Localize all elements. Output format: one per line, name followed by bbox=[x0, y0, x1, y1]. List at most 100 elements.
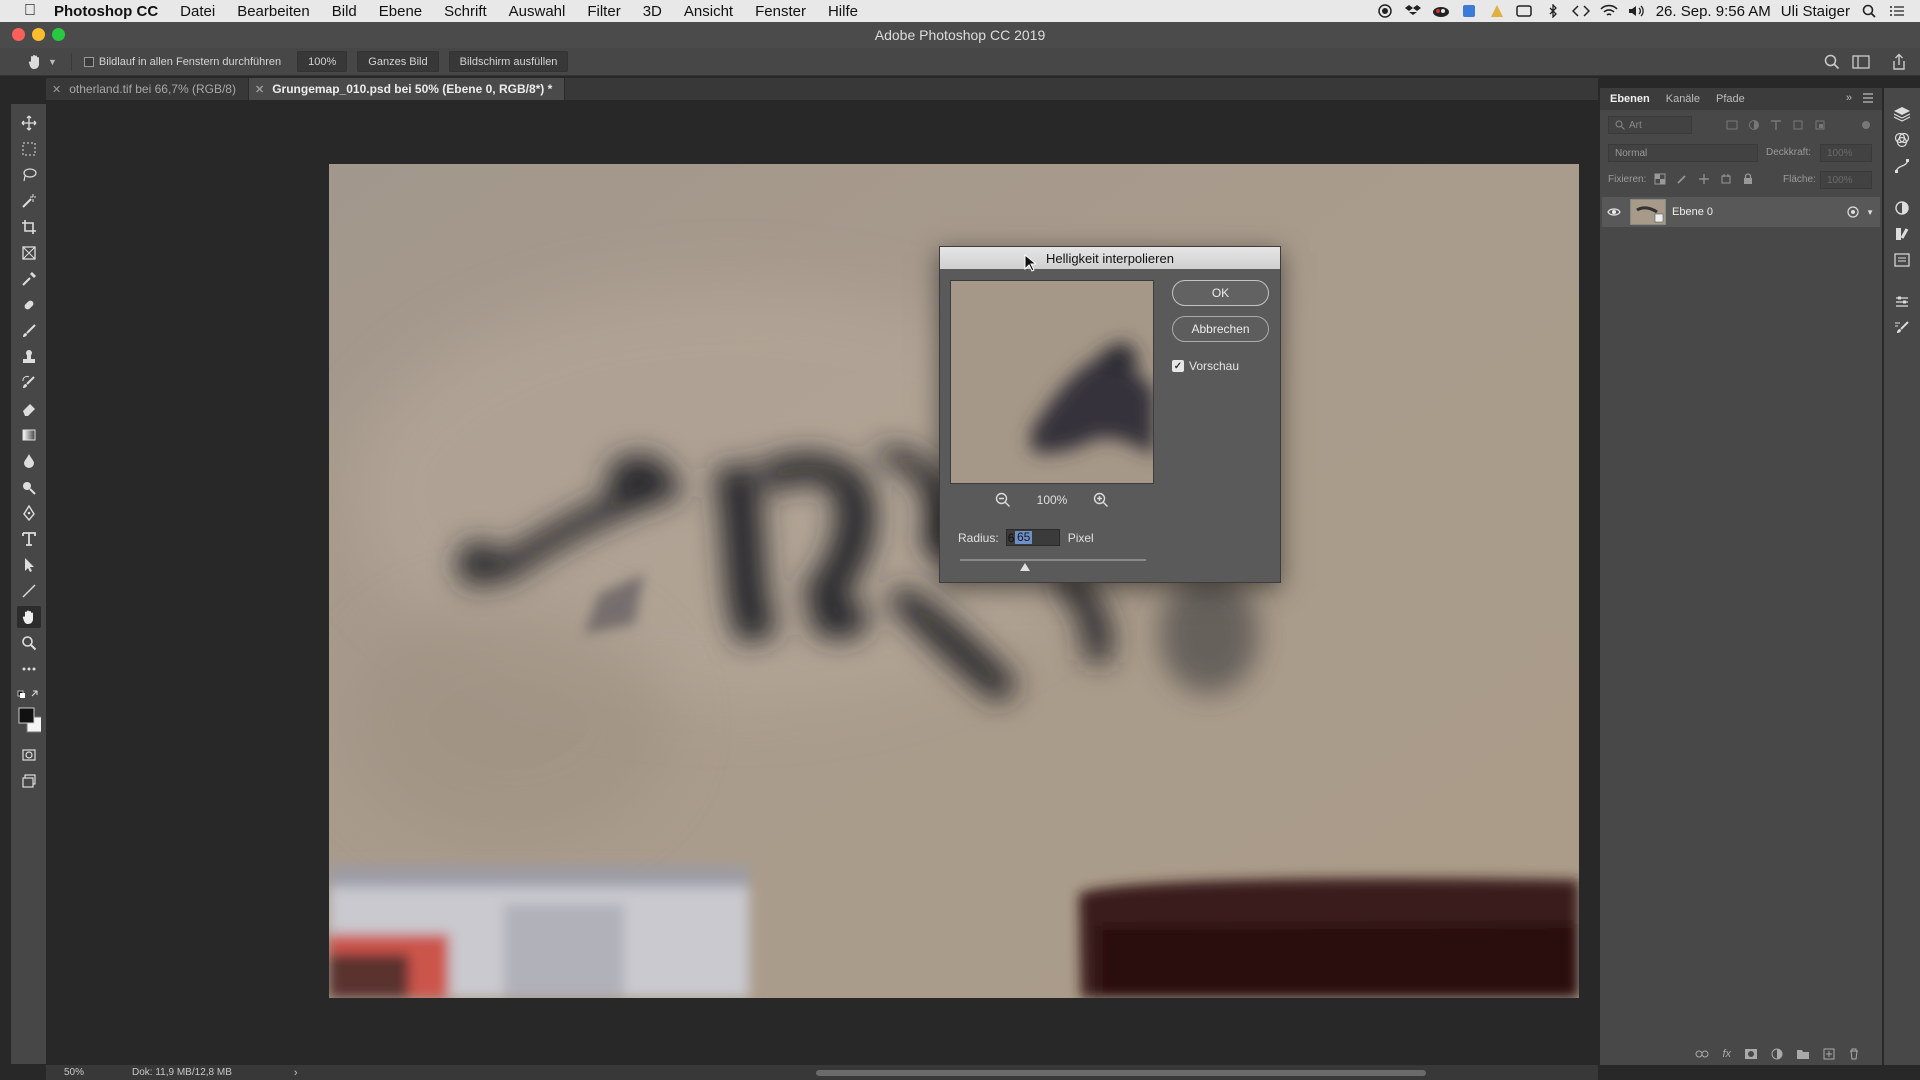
default-colors-icon[interactable] bbox=[17, 684, 41, 706]
zoom-in-icon[interactable] bbox=[1093, 492, 1109, 508]
tab-ebenen[interactable]: Ebenen bbox=[1602, 93, 1658, 105]
menu-bearbeiten[interactable]: Bearbeiten bbox=[237, 3, 310, 20]
libraries-panel-icon[interactable] bbox=[1892, 250, 1912, 270]
add-mask-icon[interactable] bbox=[1744, 1048, 1758, 1060]
fx-icon[interactable]: fx bbox=[1722, 1048, 1731, 1060]
radius-slider-thumb[interactable] bbox=[1020, 563, 1031, 571]
share-icon[interactable] bbox=[1890, 53, 1908, 71]
adjustment-layer-icon[interactable] bbox=[1771, 1048, 1783, 1060]
menu-ansicht[interactable]: Ansicht bbox=[684, 3, 733, 20]
dodge-tool-icon[interactable] bbox=[17, 476, 41, 498]
menu-filter[interactable]: Filter bbox=[587, 3, 620, 20]
dropbox-icon[interactable] bbox=[1404, 3, 1422, 19]
color-panel-icon[interactable] bbox=[1892, 198, 1912, 218]
zoom-100-button[interactable]: 100% bbox=[297, 51, 348, 72]
bluetooth-icon[interactable] bbox=[1544, 3, 1562, 19]
eraser-tool-icon[interactable] bbox=[17, 398, 41, 420]
lock-position-icon[interactable] bbox=[1698, 173, 1710, 185]
tab-grungemap[interactable]: ✕ Grungemap_010.psd bei 50% (Ebene 0, RG… bbox=[248, 78, 566, 100]
delete-layer-icon[interactable] bbox=[1848, 1048, 1860, 1060]
path-selection-tool-icon[interactable] bbox=[17, 554, 41, 576]
layer-expand-icon[interactable]: ▼ bbox=[1866, 208, 1874, 217]
zoom-window-button[interactable] bbox=[52, 28, 65, 41]
code-icon[interactable] bbox=[1571, 3, 1590, 19]
clone-stamp-tool-icon[interactable] bbox=[17, 346, 41, 368]
type-tool-icon[interactable] bbox=[17, 528, 41, 550]
healing-brush-tool-icon[interactable] bbox=[17, 294, 41, 316]
close-window-button[interactable] bbox=[12, 28, 25, 41]
paths-panel-icon[interactable] bbox=[1892, 156, 1912, 176]
radius-slider-track[interactable] bbox=[960, 559, 1146, 561]
zoom-out-icon[interactable] bbox=[995, 492, 1011, 508]
more-tools-icon[interactable] bbox=[17, 658, 41, 680]
lock-pixels-icon[interactable] bbox=[1676, 173, 1688, 185]
menu-hilfe[interactable]: Hilfe bbox=[828, 3, 858, 20]
menubar-datetime[interactable]: 26. Sep. 9:56 AM bbox=[1656, 3, 1771, 20]
panel-collapse-icon[interactable]: » bbox=[1846, 92, 1852, 104]
brush-tool-icon[interactable] bbox=[17, 320, 41, 342]
magic-wand-tool-icon[interactable] bbox=[17, 190, 41, 212]
status-zoom[interactable]: 50% bbox=[64, 1067, 84, 1078]
new-group-icon[interactable] bbox=[1796, 1048, 1810, 1060]
lock-artboard-icon[interactable] bbox=[1720, 173, 1732, 185]
panel-menu-icon[interactable] bbox=[1862, 92, 1874, 104]
menu-ebene[interactable]: Ebene bbox=[379, 3, 422, 20]
gradient-tool-icon[interactable] bbox=[17, 424, 41, 446]
lock-all-icon[interactable] bbox=[1742, 173, 1754, 185]
visibility-eye-icon[interactable] bbox=[1602, 207, 1626, 217]
fill-screen-button[interactable]: Bildschirm ausfüllen bbox=[448, 51, 569, 72]
menu-auswahl[interactable]: Auswahl bbox=[509, 3, 566, 20]
zoom-tool-icon[interactable] bbox=[17, 632, 41, 654]
menu-fenster[interactable]: Fenster bbox=[755, 3, 806, 20]
notification-center-icon[interactable] bbox=[1888, 3, 1906, 19]
dialog-title-bar[interactable]: Helligkeit interpolieren bbox=[940, 247, 1280, 269]
link-layers-icon[interactable] bbox=[1695, 1049, 1709, 1059]
line-tool-icon[interactable] bbox=[17, 580, 41, 602]
close-tab-icon[interactable]: ✕ bbox=[52, 83, 61, 96]
menu-app-name[interactable]: Photoshop CC bbox=[54, 3, 158, 20]
menu-schrift[interactable]: Schrift bbox=[444, 3, 487, 20]
tab-kanaele[interactable]: Kanäle bbox=[1658, 93, 1708, 105]
menubar-user[interactable]: Uli Staiger bbox=[1781, 3, 1850, 20]
fill-input[interactable]: 100% bbox=[1820, 171, 1872, 189]
adjustment-filter-icon[interactable] bbox=[1748, 119, 1760, 131]
workspace-icon[interactable] bbox=[1852, 54, 1870, 70]
shape-filter-icon[interactable] bbox=[1792, 119, 1804, 131]
new-layer-icon[interactable] bbox=[1823, 1048, 1835, 1060]
opacity-input[interactable]: 100% bbox=[1820, 144, 1872, 162]
menu-datei[interactable]: Datei bbox=[180, 3, 215, 20]
volume-icon[interactable] bbox=[1628, 3, 1646, 19]
history-brush-tool-icon[interactable] bbox=[17, 372, 41, 394]
adjustments-panel-icon[interactable] bbox=[1892, 292, 1912, 312]
preview-checkbox[interactable]: ✓ Vorschau bbox=[1172, 359, 1239, 373]
menu-3d[interactable]: 3D bbox=[643, 3, 662, 20]
move-tool-icon[interactable] bbox=[17, 112, 41, 134]
hand-tool-preset-icon[interactable]: ▼ bbox=[26, 53, 57, 71]
radius-input[interactable] bbox=[1005, 529, 1060, 546]
minimize-window-button[interactable] bbox=[32, 28, 45, 41]
status-menu-arrow-icon[interactable]: › bbox=[294, 1067, 298, 1079]
fit-screen-button[interactable]: Ganzes Bild bbox=[357, 51, 439, 72]
filter-preview[interactable] bbox=[950, 280, 1154, 484]
spotlight-search-icon[interactable] bbox=[1860, 3, 1878, 19]
cancel-button[interactable]: Abbrechen bbox=[1172, 316, 1269, 342]
filter-toggle-icon[interactable] bbox=[1862, 121, 1870, 129]
swatches-panel-icon[interactable] bbox=[1892, 224, 1912, 244]
type-filter-icon[interactable] bbox=[1770, 119, 1782, 131]
warning-icon[interactable] bbox=[1488, 3, 1506, 19]
apple-menu-icon[interactable]:  bbox=[18, 2, 42, 20]
ok-button[interactable]: OK bbox=[1172, 280, 1269, 306]
horizontal-scrollbar[interactable] bbox=[816, 1070, 1426, 1076]
marquee-tool-icon[interactable] bbox=[17, 138, 41, 160]
tab-otherland[interactable]: ✕ otherland.tif bei 66,7% (RGB/8) bbox=[46, 78, 249, 100]
lasso-tool-icon[interactable] bbox=[17, 164, 41, 186]
layer-filter-field[interactable]: Art bbox=[1608, 116, 1692, 134]
sync-icon[interactable] bbox=[1515, 3, 1534, 19]
brush-settings-panel-icon[interactable] bbox=[1892, 318, 1912, 338]
smart-object-filter-icon[interactable] bbox=[1814, 119, 1826, 131]
menu-bild[interactable]: Bild bbox=[332, 3, 357, 20]
frame-tool-icon[interactable] bbox=[17, 242, 41, 264]
search-icon[interactable] bbox=[1824, 54, 1840, 70]
channels-panel-icon[interactable] bbox=[1892, 130, 1912, 150]
close-tab-icon[interactable]: ✕ bbox=[255, 83, 264, 96]
